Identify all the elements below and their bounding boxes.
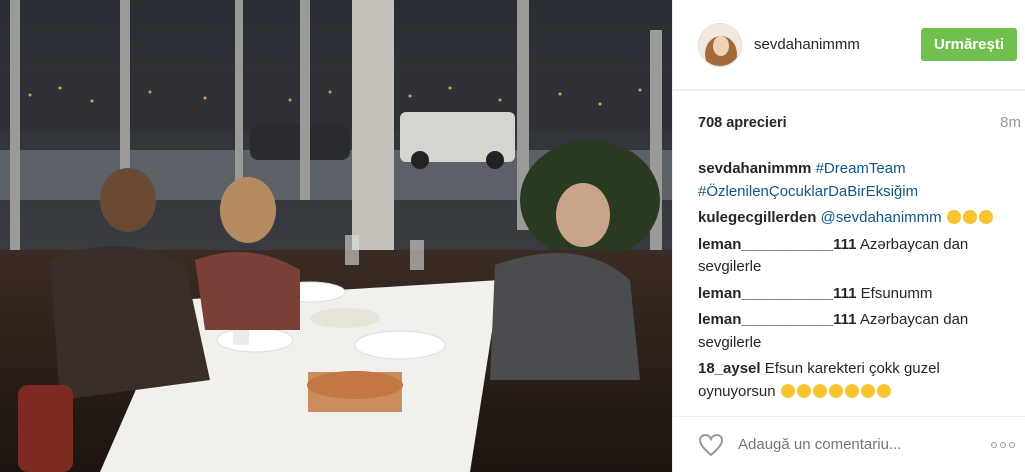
comment-item: kulegecgillerden @sevdahanimmm — [698, 207, 1021, 230]
avatar[interactable] — [698, 22, 742, 67]
smiling-face-icon — [812, 383, 827, 398]
comment-username[interactable]: leman___________111 — [698, 311, 857, 328]
smiling-face-icon — [780, 383, 795, 398]
more-dot — [1009, 441, 1015, 448]
comment-item: leman___________111 Efsunumm — [698, 283, 1021, 306]
more-dot — [991, 441, 997, 448]
comment-username[interactable]: leman___________111 — [698, 285, 857, 302]
comment-username[interactable]: kulegecgillerden — [698, 209, 816, 226]
avatar-image — [699, 23, 741, 66]
astonished-face-icon — [946, 210, 961, 224]
post-stats: 708 aprecieri 8m — [673, 90, 1025, 154]
more-dot — [1000, 441, 1006, 448]
post-view: sevdahanimmm Urmărești 708 aprecieri 8m … — [0, 0, 1025, 472]
comment-text: Efsunumm — [860, 284, 933, 302]
smiling-face-icon — [844, 383, 859, 398]
comment-item: 18_aysel Efsun karekteri çokk guzel oynu… — [698, 358, 1021, 403]
comment-item: leman___________111 Azərbaycan dan sevgi… — [698, 309, 1021, 354]
smiling-face-icon — [876, 383, 891, 398]
comment-bar — [673, 416, 1025, 472]
following-button[interactable]: Urmărești — [920, 28, 1017, 61]
post-header: sevdahanimmm Urmărești — [673, 0, 1025, 90]
comment-text[interactable]: @sevdahanimmm — [821, 209, 942, 226]
more-options-icon[interactable] — [991, 441, 1021, 448]
comment-username[interactable]: 18_aysel — [698, 360, 761, 377]
comment-input[interactable] — [738, 436, 991, 453]
smiling-face-icon — [828, 383, 843, 398]
post-time[interactable]: 8m — [1000, 114, 1021, 131]
caption-username[interactable]: sevdahanimmm — [698, 160, 811, 177]
comments-list[interactable]: sevdahanimmm #DreamTeam #ÖzlenilenÇocukl… — [673, 154, 1025, 416]
post-photo[interactable] — [0, 0, 672, 472]
heart-outline-icon[interactable] — [698, 433, 724, 457]
smiling-face-icon — [860, 383, 875, 398]
caption: sevdahanimmm #DreamTeam #ÖzlenilenÇocukl… — [698, 158, 1021, 203]
post-sidebar: sevdahanimmm Urmărești 708 aprecieri 8m … — [672, 0, 1025, 472]
astonished-face-icon — [978, 210, 993, 224]
author-username[interactable]: sevdahanimmm — [754, 36, 921, 53]
restaurant-photo — [0, 0, 672, 472]
astonished-face-icon — [962, 210, 977, 224]
smiling-face-icon — [796, 383, 811, 398]
comment-item: leman___________111 Azərbaycan dan sevgi… — [698, 234, 1021, 279]
comment-username[interactable]: leman___________111 — [698, 236, 857, 253]
likes-count[interactable]: 708 aprecieri — [698, 115, 787, 131]
